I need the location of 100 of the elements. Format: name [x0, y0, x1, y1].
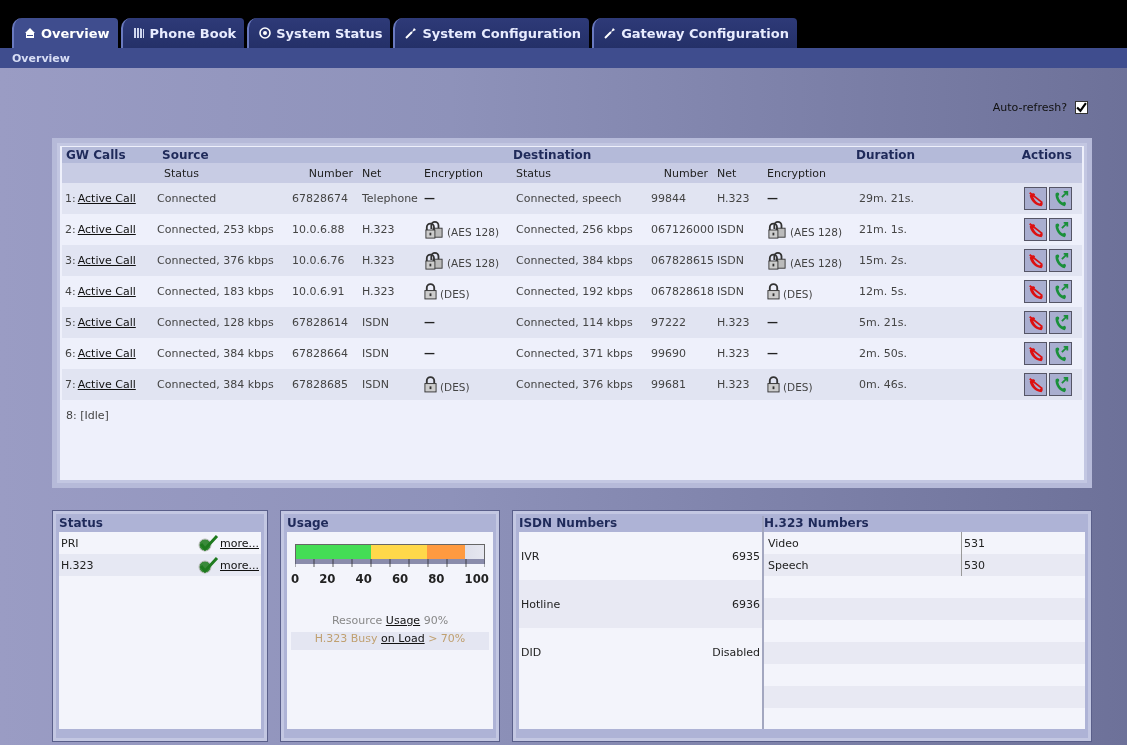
column-header: Status	[515, 166, 553, 180]
transfer-call-button[interactable]	[1049, 280, 1072, 303]
encryption-type: (AES 128)	[447, 224, 500, 238]
hang-up-button[interactable]	[1024, 373, 1047, 396]
transfer-call-button[interactable]	[1049, 342, 1072, 365]
encryption-type: (AES 128)	[790, 224, 843, 238]
table-cell: 067828615	[651, 254, 714, 267]
table-cell: Connected, 253 kbps	[157, 223, 274, 236]
active-call-link[interactable]: Active Call	[77, 285, 136, 298]
transfer-call-button[interactable]	[1049, 218, 1072, 241]
hang-up-button[interactable]	[1024, 187, 1047, 210]
padlocks-icon	[424, 251, 444, 270]
table-cell: Connected, 128 kbps	[157, 316, 274, 329]
busy-text: H.323 Busy	[314, 632, 378, 645]
table-cell: H.323	[362, 223, 395, 236]
table-cell: Connected, 376 kbps	[516, 378, 633, 391]
wrench-icon	[604, 27, 617, 39]
table-cell: 99844	[651, 192, 686, 205]
number-name: Video	[768, 536, 800, 550]
auto-refresh-label: Auto-refresh?	[992, 100, 1067, 114]
table-cell: Connected, 384 kbps	[516, 254, 633, 267]
padlock-icon	[424, 376, 437, 393]
number-name: Speech	[768, 558, 810, 572]
usage-text: 90%	[423, 614, 449, 627]
hang-up-button[interactable]	[1024, 218, 1047, 241]
meter-tick-label: 100	[464, 571, 489, 586]
hang-up-button[interactable]	[1024, 280, 1047, 303]
active-call-link[interactable]: Active Call	[77, 378, 136, 391]
no-encryption-dash: —	[424, 347, 435, 360]
encryption-type: (AES 128)	[790, 255, 843, 269]
table-cell: 29m. 21s.	[859, 192, 914, 205]
active-call-link[interactable]: Active Call	[77, 223, 136, 236]
table-cell: Connected, 384 kbps	[157, 347, 274, 360]
encryption-type: (DES)	[783, 380, 813, 393]
table-cell: H.323	[362, 285, 395, 298]
panel-title: ISDN Numbers	[519, 516, 619, 532]
table-cell: 97222	[651, 316, 686, 329]
call-index: 4:	[65, 285, 76, 298]
padlock-icon	[424, 283, 437, 300]
table-cell: H.323	[717, 347, 750, 360]
home-icon	[24, 27, 36, 39]
table-cell: 67828664	[292, 347, 348, 360]
table-cell: H.323	[717, 378, 750, 391]
hang-up-button[interactable]	[1024, 311, 1047, 334]
panel-title: Usage	[287, 516, 330, 532]
hang-up-button[interactable]	[1024, 249, 1047, 272]
table-cell: ISDN	[362, 316, 389, 329]
active-call-link[interactable]: Active Call	[77, 316, 136, 329]
call-index: 5:	[65, 316, 76, 329]
column-header: Number	[307, 166, 354, 180]
more-link[interactable]: more...	[220, 558, 259, 572]
table-cell: 067126000	[651, 223, 714, 236]
number-value: 530	[961, 554, 1085, 576]
tab[interactable]: Overview	[12, 18, 118, 48]
column-group-header: Destination	[513, 148, 593, 162]
idle-line: 8: [Idle]	[66, 409, 109, 422]
number-value: 6935	[732, 549, 760, 563]
padlock-icon	[767, 376, 780, 393]
tab[interactable]: Gateway Configuration	[592, 18, 797, 48]
column-group-header: Source	[161, 148, 210, 162]
table-cell: ISDN	[362, 378, 389, 391]
transfer-call-button[interactable]	[1049, 373, 1072, 396]
meter-tick-label: 0	[291, 571, 300, 586]
column-group-header: Duration	[856, 148, 917, 162]
on-load-link[interactable]: on Load	[381, 632, 425, 645]
panel-title: H.323 Numbers	[764, 516, 870, 532]
table-cell: 67828685	[292, 378, 348, 391]
active-call-link[interactable]: Active Call	[77, 254, 136, 267]
table-cell: ISDN	[362, 347, 389, 360]
tab[interactable]: Phone Book	[120, 18, 245, 48]
encryption-type: (DES)	[440, 287, 470, 300]
transfer-call-button[interactable]	[1049, 249, 1072, 272]
table-cell: 10.0.6.76	[292, 254, 345, 267]
transfer-call-button[interactable]	[1049, 311, 1072, 334]
number-name: IVR	[521, 549, 540, 563]
number-name: Hotline	[521, 597, 561, 611]
table-cell: 67828614	[292, 316, 348, 329]
no-encryption-dash: —	[767, 192, 778, 205]
encryption-type: (DES)	[783, 287, 813, 300]
usage-text: Resource	[331, 614, 383, 627]
table-cell: Connected, 371 kbps	[516, 347, 633, 360]
table-cell: ISDN	[717, 223, 744, 236]
tab[interactable]: System Status	[247, 18, 391, 48]
more-link[interactable]: more...	[220, 536, 259, 550]
encryption-type: (DES)	[440, 380, 470, 393]
meter-tick-label: 40	[355, 571, 372, 586]
table-cell: H.323	[362, 254, 395, 267]
meter-tick-label: 80	[428, 571, 445, 586]
usage-link[interactable]: Usage	[385, 614, 421, 627]
transfer-call-button[interactable]	[1049, 187, 1072, 210]
tab[interactable]: System Configuration	[393, 18, 590, 48]
table-cell: Connected, 376 kbps	[157, 254, 274, 267]
active-call-link[interactable]: Active Call	[77, 347, 136, 360]
auto-refresh-checkbox[interactable]	[1075, 100, 1088, 114]
table-cell: Connected, 114 kbps	[516, 316, 633, 329]
active-call-link[interactable]: Active Call	[77, 192, 136, 205]
table-cell: ISDN	[717, 285, 744, 298]
hang-up-button[interactable]	[1024, 342, 1047, 365]
encryption-type: (AES 128)	[447, 255, 500, 269]
padlocks-icon	[424, 220, 444, 239]
